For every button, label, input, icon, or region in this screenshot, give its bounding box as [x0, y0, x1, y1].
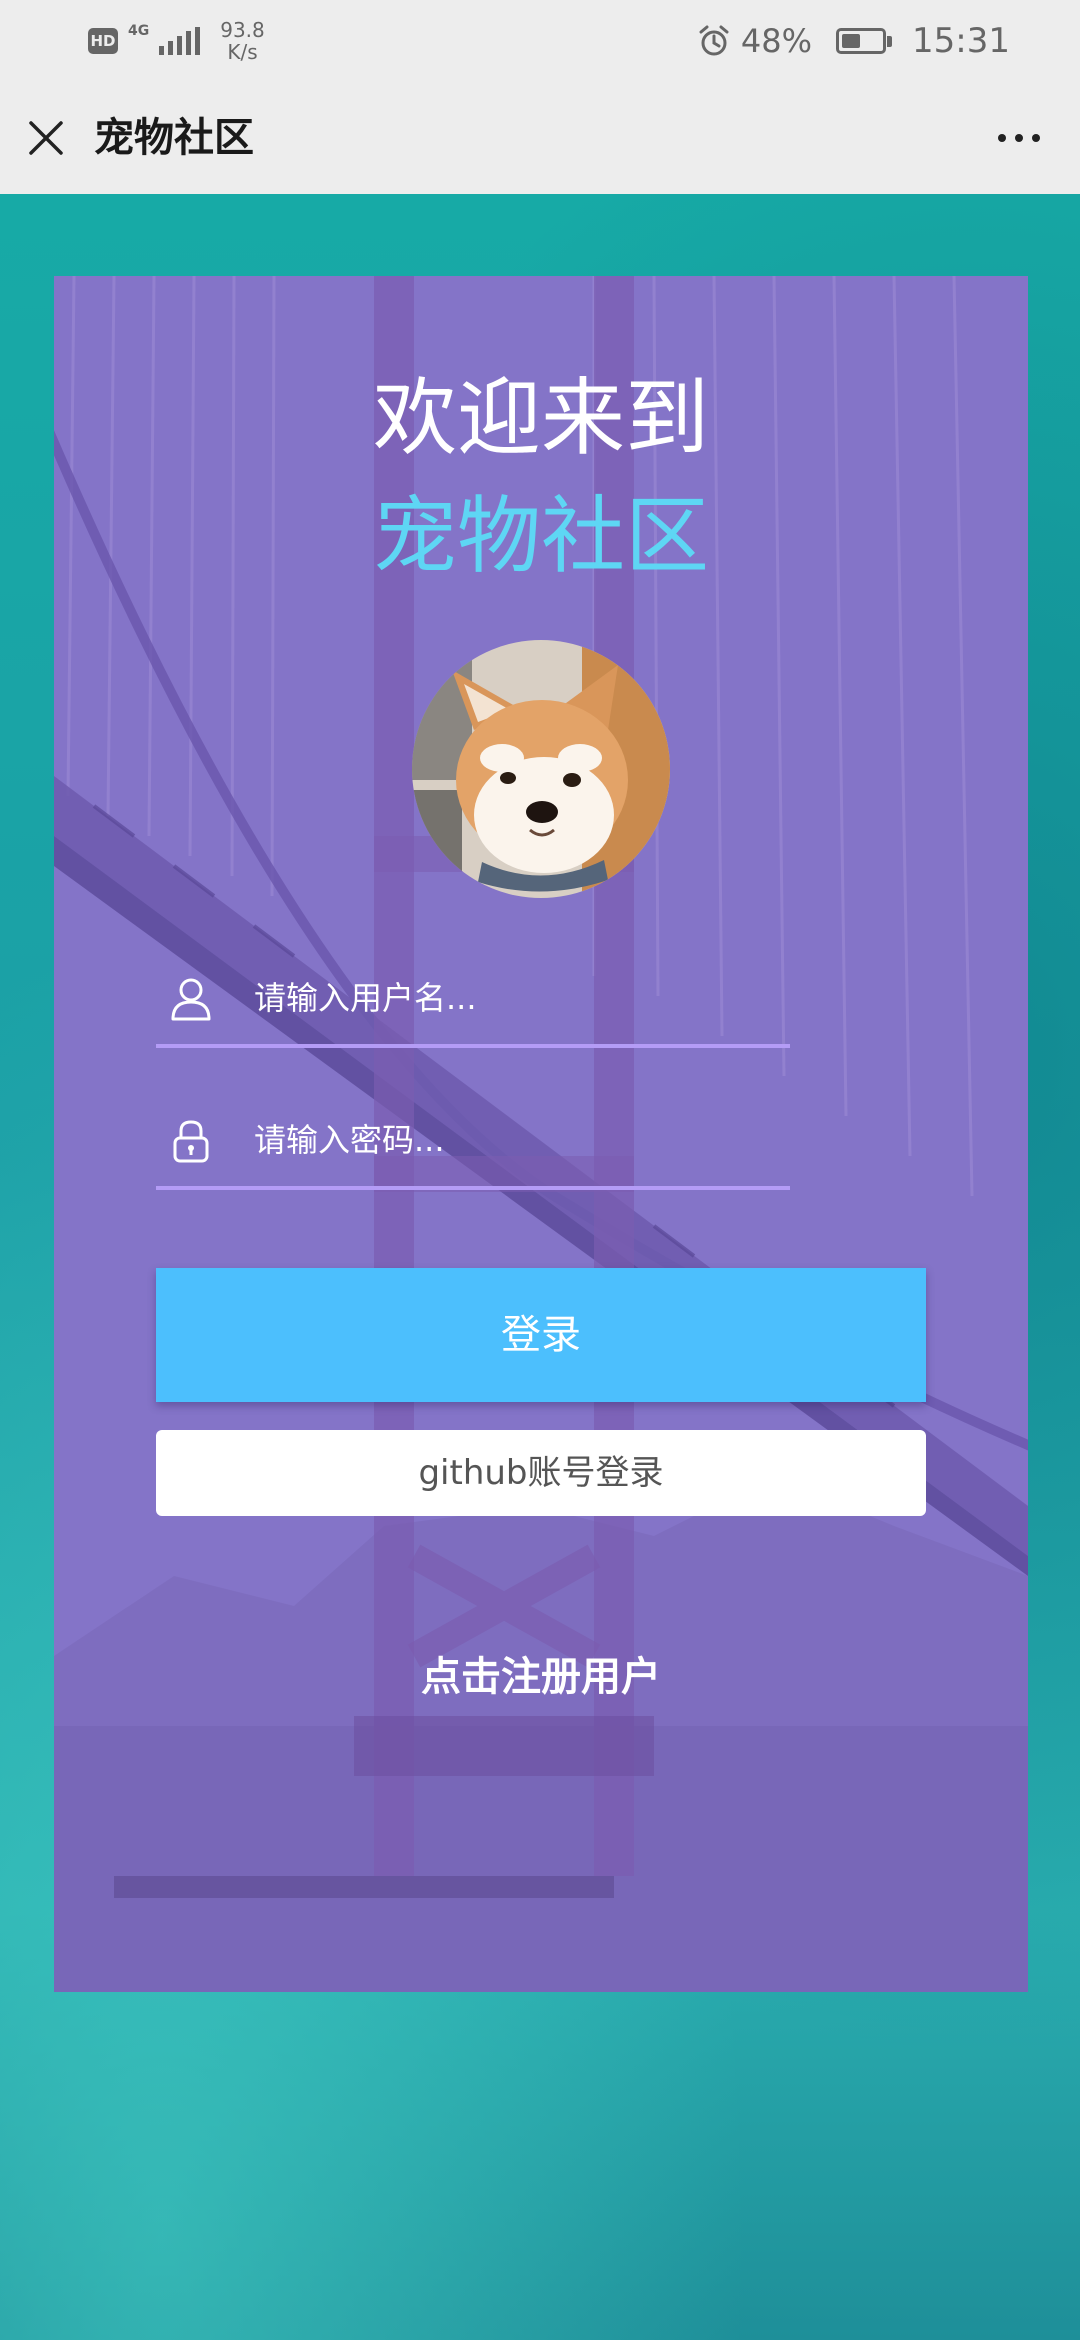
user-icon	[171, 978, 211, 1021]
network-speed: 93.8 K/s	[220, 19, 265, 63]
battery-icon	[836, 28, 893, 54]
close-button[interactable]	[18, 110, 74, 166]
password-input[interactable]	[254, 1094, 784, 1186]
page-title: 宠物社区	[94, 115, 254, 161]
more-icon-dot	[1015, 134, 1023, 142]
alarm-icon	[699, 25, 729, 56]
welcome-heading: 欢迎来到	[372, 369, 709, 467]
clock: 15:31	[912, 21, 1010, 61]
more-button[interactable]	[984, 110, 1054, 166]
battery-level	[842, 34, 861, 48]
username-field	[156, 952, 790, 1048]
lock-icon	[173, 1120, 209, 1163]
network-speed-unit: K/s	[227, 40, 258, 64]
title-bar: 宠物社区	[0, 82, 1080, 194]
register-link[interactable]: 点击注册用户	[54, 1644, 1028, 1702]
dog-avatar-image	[412, 640, 670, 898]
status-left: HD 4G 93.8 K/s	[88, 14, 265, 68]
github-login-button[interactable]: github账号登录	[156, 1430, 926, 1516]
login-button[interactable]: 登录	[156, 1268, 926, 1402]
close-icon	[29, 121, 63, 155]
more-icon-dot	[1032, 134, 1040, 142]
more-icon-dot	[998, 134, 1006, 142]
avatar	[412, 640, 670, 898]
login-card: 欢迎来到 宠物社区 请输入用户名... 登录 github账号登录 点击注册用户	[54, 276, 1028, 1992]
screen: HD 4G 93.8 K/s 48% 15:31 宠物社区 欢迎来到 宠物社区 …	[0, 0, 1080, 2340]
status-bar: HD 4G 93.8 K/s 48% 15:31	[0, 0, 1080, 82]
network-speed-value: 93.8	[220, 18, 265, 42]
signal-icon	[159, 27, 201, 55]
battery-percent: 48%	[740, 22, 813, 60]
hd-badge: HD	[88, 28, 118, 54]
password-field	[156, 1094, 790, 1190]
status-right: 48% 15:31	[697, 14, 1010, 68]
username-input[interactable]	[254, 952, 784, 1044]
welcome-app-name: 宠物社区	[372, 487, 709, 585]
network-type: 4G	[128, 23, 150, 39]
